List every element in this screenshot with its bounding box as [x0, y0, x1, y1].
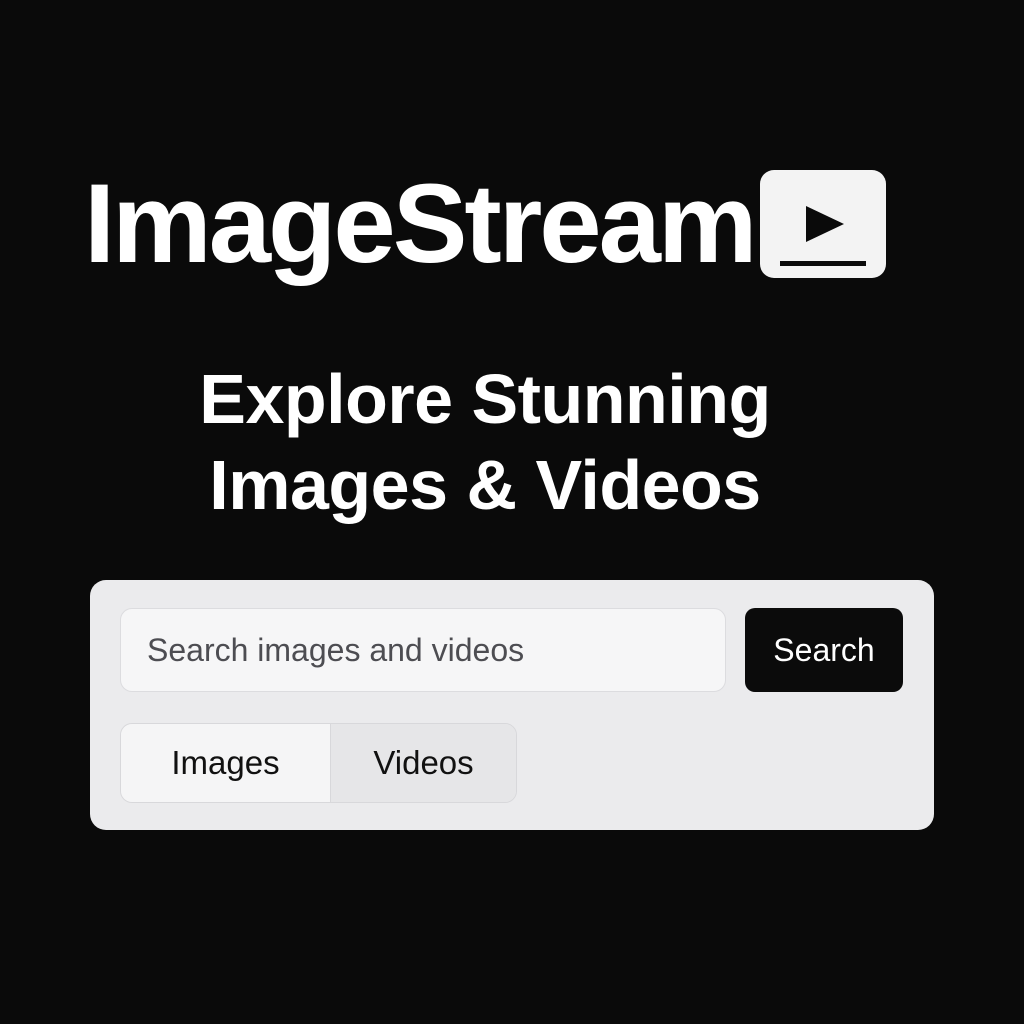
landing-page: ImageStream Explore Stunning Images & Vi…: [0, 0, 1024, 1024]
brand-name: ImageStream: [84, 161, 757, 286]
search-panel: Search Images Videos: [90, 580, 934, 830]
search-button[interactable]: Search: [745, 608, 903, 692]
play-video-icon: [760, 170, 887, 278]
brand-logo: ImageStream: [84, 161, 887, 286]
search-input[interactable]: [120, 608, 726, 692]
tab-images[interactable]: Images: [121, 724, 331, 802]
hero-headline-line2: Images & Videos: [209, 446, 761, 524]
media-type-tabs: Images Videos: [120, 723, 517, 803]
tab-videos[interactable]: Videos: [331, 724, 516, 802]
hero-headline-line1: Explore Stunning: [199, 360, 771, 438]
play-video-icon-graphic: [780, 206, 867, 266]
hero-headline: Explore Stunning Images & Videos: [0, 356, 970, 528]
